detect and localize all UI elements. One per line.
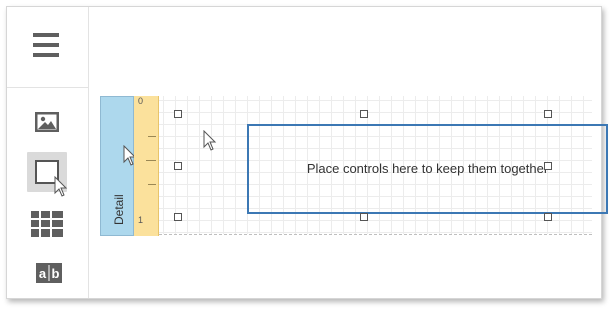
resize-handle-top[interactable] [360, 110, 368, 118]
ruler-label-1: 1 [138, 215, 144, 225]
mouse-cursor-icon [203, 130, 217, 151]
hamburger-menu-icon[interactable] [33, 33, 59, 57]
toolbox-divider [7, 87, 88, 88]
panel-control[interactable]: Place controls here to keep them togethe… [247, 124, 608, 214]
band-bottom-edge [159, 234, 592, 235]
band-label: Detail [112, 194, 126, 225]
image-icon [35, 112, 59, 132]
resize-handle-right[interactable] [544, 162, 552, 170]
mouse-cursor-icon [54, 176, 68, 197]
resize-handle-bottom[interactable] [360, 213, 368, 221]
resize-handle-top-left[interactable] [174, 110, 182, 118]
design-surface: Detail 0 1 Place controls here to keep t… [97, 94, 608, 236]
detail-band-header[interactable]: Detail [100, 96, 137, 236]
resize-handle-bottom-left[interactable] [174, 213, 182, 221]
report-designer-window: a b Detail 0 1 Place controls here to ke… [6, 6, 608, 299]
panel-placeholder-text: Place controls here to keep them togethe… [306, 161, 549, 176]
toolbox: a b [7, 7, 89, 298]
svg-text:b: b [52, 266, 60, 281]
resize-handle-left[interactable] [174, 162, 182, 170]
image-tool[interactable] [35, 112, 59, 132]
vertical-ruler: 0 1 [134, 96, 159, 236]
svg-text:a: a [39, 266, 47, 281]
detail-band-surface[interactable]: Place controls here to keep them togethe… [159, 96, 608, 234]
table-tool[interactable] [31, 211, 63, 237]
label-tool[interactable]: a b [36, 263, 62, 283]
ruler-label-0: 0 [138, 96, 144, 106]
resize-handle-top-right[interactable] [544, 110, 552, 118]
resize-handle-bottom-right[interactable] [544, 213, 552, 221]
panel-tool[interactable] [27, 152, 68, 197]
text-label-icon: a b [36, 263, 62, 283]
table-grid-icon [31, 211, 63, 237]
